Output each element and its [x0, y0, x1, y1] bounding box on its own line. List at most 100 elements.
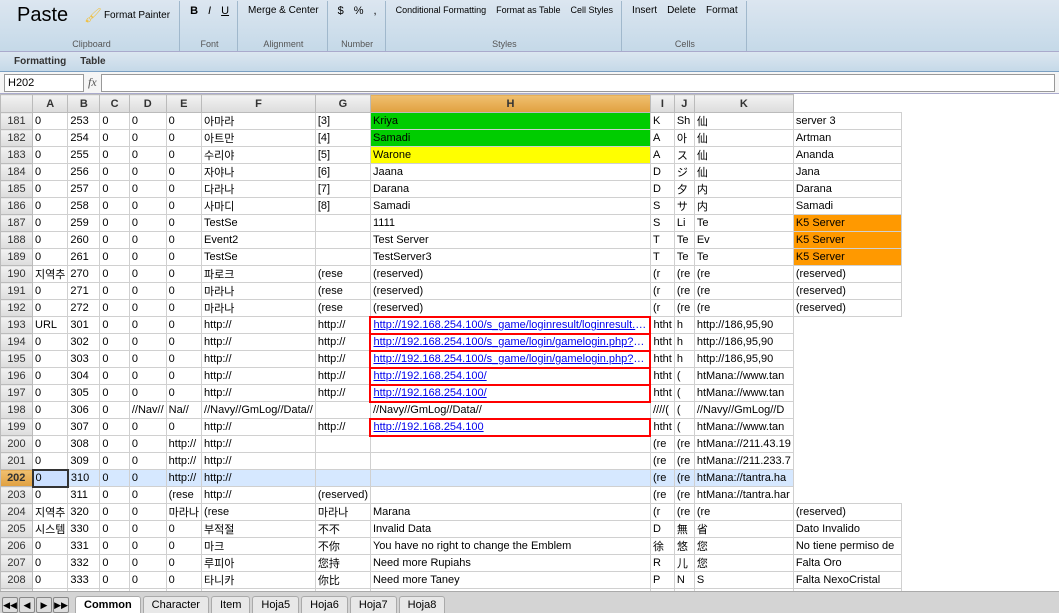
cell-12-6[interactable]: http:// — [315, 317, 370, 334]
cell-21-8[interactable]: (re — [650, 470, 674, 487]
cell-14-7[interactable]: http://192.168.254.100/s_game/login/game… — [370, 351, 650, 368]
cell-12-0[interactable]: URL — [33, 317, 68, 334]
cell-9-1[interactable]: 270 — [68, 266, 100, 283]
cell-19-7[interactable] — [370, 436, 650, 453]
cell-27-4[interactable]: 0 — [166, 572, 201, 589]
cell-6-0[interactable]: 0 — [33, 215, 68, 232]
cell-1-0[interactable]: 0 — [33, 130, 68, 147]
cell-8-0[interactable]: 0 — [33, 249, 68, 266]
cell-28-7[interactable]: You've got failed to change the Emblem — [370, 589, 650, 592]
cell-17-6[interactable] — [315, 402, 370, 419]
cell-13-2[interactable]: 0 — [100, 334, 129, 351]
cell-26-0[interactable]: 0 — [33, 555, 68, 572]
cell-24-1[interactable]: 330 — [68, 521, 100, 538]
cell-16-6[interactable]: http:// — [315, 385, 370, 402]
sheet-nav-next[interactable]: ▶ — [36, 597, 52, 613]
cell-20-6[interactable] — [315, 453, 370, 470]
delete-button[interactable]: Delete — [663, 3, 700, 18]
cell-17-10[interactable]: //Navy//GmLog//D — [694, 402, 793, 419]
cell-25-8[interactable]: 徐 — [650, 538, 674, 555]
cell-18-9[interactable]: ( — [674, 419, 694, 436]
cell-27-6[interactable]: 你比 — [315, 572, 370, 589]
cell-14-8[interactable]: htht — [650, 351, 674, 368]
cell-3-6[interactable]: [6] — [315, 164, 370, 181]
cell-1-10[interactable]: 仙 — [694, 130, 793, 147]
cell-9-2[interactable]: 0 — [100, 266, 129, 283]
comma-button[interactable]: , — [370, 3, 381, 19]
cell-6-10[interactable]: Te — [694, 215, 793, 232]
cell-21-6[interactable] — [315, 470, 370, 487]
cell-14-6[interactable]: http:// — [315, 351, 370, 368]
cell-25-2[interactable]: 0 — [100, 538, 129, 555]
cell-8-2[interactable]: 0 — [100, 249, 129, 266]
cell-2-10[interactable]: 仙 — [694, 147, 793, 164]
cell-0-5[interactable]: 아마라 — [202, 113, 316, 130]
cell-18-0[interactable]: 0 — [33, 419, 68, 436]
cell-20-8[interactable]: (re — [650, 453, 674, 470]
cell-6-9[interactable]: Li — [674, 215, 694, 232]
cell-17-4[interactable]: Na// — [166, 402, 201, 419]
cell-11-6[interactable]: (rese — [315, 300, 370, 317]
row-header-181[interactable]: 181 — [1, 113, 33, 130]
cell-13-4[interactable]: 0 — [166, 334, 201, 351]
cell-24-8[interactable]: D — [650, 521, 674, 538]
cell-18-7[interactable]: http://192.168.254.100 — [370, 419, 650, 436]
sheet-tab-hoja6[interactable]: Hoja6 — [301, 596, 348, 613]
cell-28-9[interactable]: A — [674, 589, 694, 592]
cell-24-11[interactable]: Dato Invalido — [793, 521, 901, 538]
cell-22-4[interactable]: (rese — [166, 487, 201, 504]
cell-16-0[interactable]: 0 — [33, 385, 68, 402]
cell-21-5[interactable]: http:// — [202, 470, 316, 487]
cell-28-5[interactable]: 마크 — [202, 589, 316, 592]
cell-22-8[interactable]: (re — [650, 487, 674, 504]
sheet-nav-first[interactable]: ◀◀ — [2, 597, 18, 613]
cell-16-1[interactable]: 305 — [68, 385, 100, 402]
cell-2-11[interactable]: Ananda — [793, 147, 901, 164]
cell-9-8[interactable]: (r — [650, 266, 674, 283]
row-header-182[interactable]: 182 — [1, 130, 33, 147]
cell-5-5[interactable]: 사마디 — [202, 198, 316, 215]
cell-4-10[interactable]: 内 — [694, 181, 793, 198]
row-header-202[interactable]: 202 — [1, 470, 33, 487]
cell-14-1[interactable]: 303 — [68, 351, 100, 368]
cell-12-7[interactable]: http://192.168.254.100/s_game/loginresul… — [370, 317, 650, 334]
cell-22-7[interactable] — [370, 487, 650, 504]
row-header-204[interactable]: 204 — [1, 504, 33, 521]
cell-15-5[interactable]: http:// — [202, 368, 316, 385]
cell-26-7[interactable]: Need more Rupiahs — [370, 555, 650, 572]
cell-3-5[interactable]: 자야나 — [202, 164, 316, 181]
cell-16-10[interactable]: htMana://www.tan — [694, 385, 793, 402]
row-header-186[interactable]: 186 — [1, 198, 33, 215]
cell-13-10[interactable]: http://186,95,90 — [694, 334, 793, 351]
spreadsheet[interactable]: ABCDEFGHIJK 1810253000아마라[3]KriyaKSh仙ser… — [0, 94, 1059, 591]
cell-26-10[interactable]: 您 — [694, 555, 793, 572]
cell-0-0[interactable]: 0 — [33, 113, 68, 130]
cell-0-3[interactable]: 0 — [129, 113, 166, 130]
cell-20-0[interactable]: 0 — [33, 453, 68, 470]
cell-13-6[interactable]: http:// — [315, 334, 370, 351]
row-header-184[interactable]: 184 — [1, 164, 33, 181]
cell-27-8[interactable]: P — [650, 572, 674, 589]
cell-8-10[interactable]: Te — [694, 249, 793, 266]
cell-19-0[interactable]: 0 — [33, 436, 68, 453]
cell-18-5[interactable]: http:// — [202, 419, 316, 436]
cell-14-4[interactable]: 0 — [166, 351, 201, 368]
cell-15-4[interactable]: 0 — [166, 368, 201, 385]
cell-1-9[interactable]: 아 — [674, 130, 694, 147]
cell-27-7[interactable]: Need more Taney — [370, 572, 650, 589]
cell-9-5[interactable]: 파로크 — [202, 266, 316, 283]
cell-12-2[interactable]: 0 — [100, 317, 129, 334]
cell-7-11[interactable]: K5 Server — [793, 232, 901, 249]
cell-6-1[interactable]: 259 — [68, 215, 100, 232]
cell-1-5[interactable]: 아트만 — [202, 130, 316, 147]
row-header-209[interactable]: 209 — [1, 589, 33, 592]
sheet-tab-hoja8[interactable]: Hoja8 — [399, 596, 446, 613]
cell-16-7[interactable]: http://192.168.254.100/ — [370, 385, 650, 402]
cell-23-0[interactable]: 지역추 — [33, 504, 68, 521]
cell-4-6[interactable]: [7] — [315, 181, 370, 198]
cell-8-8[interactable]: T — [650, 249, 674, 266]
cell-7-9[interactable]: Te — [674, 232, 694, 249]
cell-23-6[interactable]: 마라나 — [315, 504, 370, 521]
col-header-K[interactable]: K — [694, 95, 793, 113]
cell-10-5[interactable]: 마라나 — [202, 283, 316, 300]
